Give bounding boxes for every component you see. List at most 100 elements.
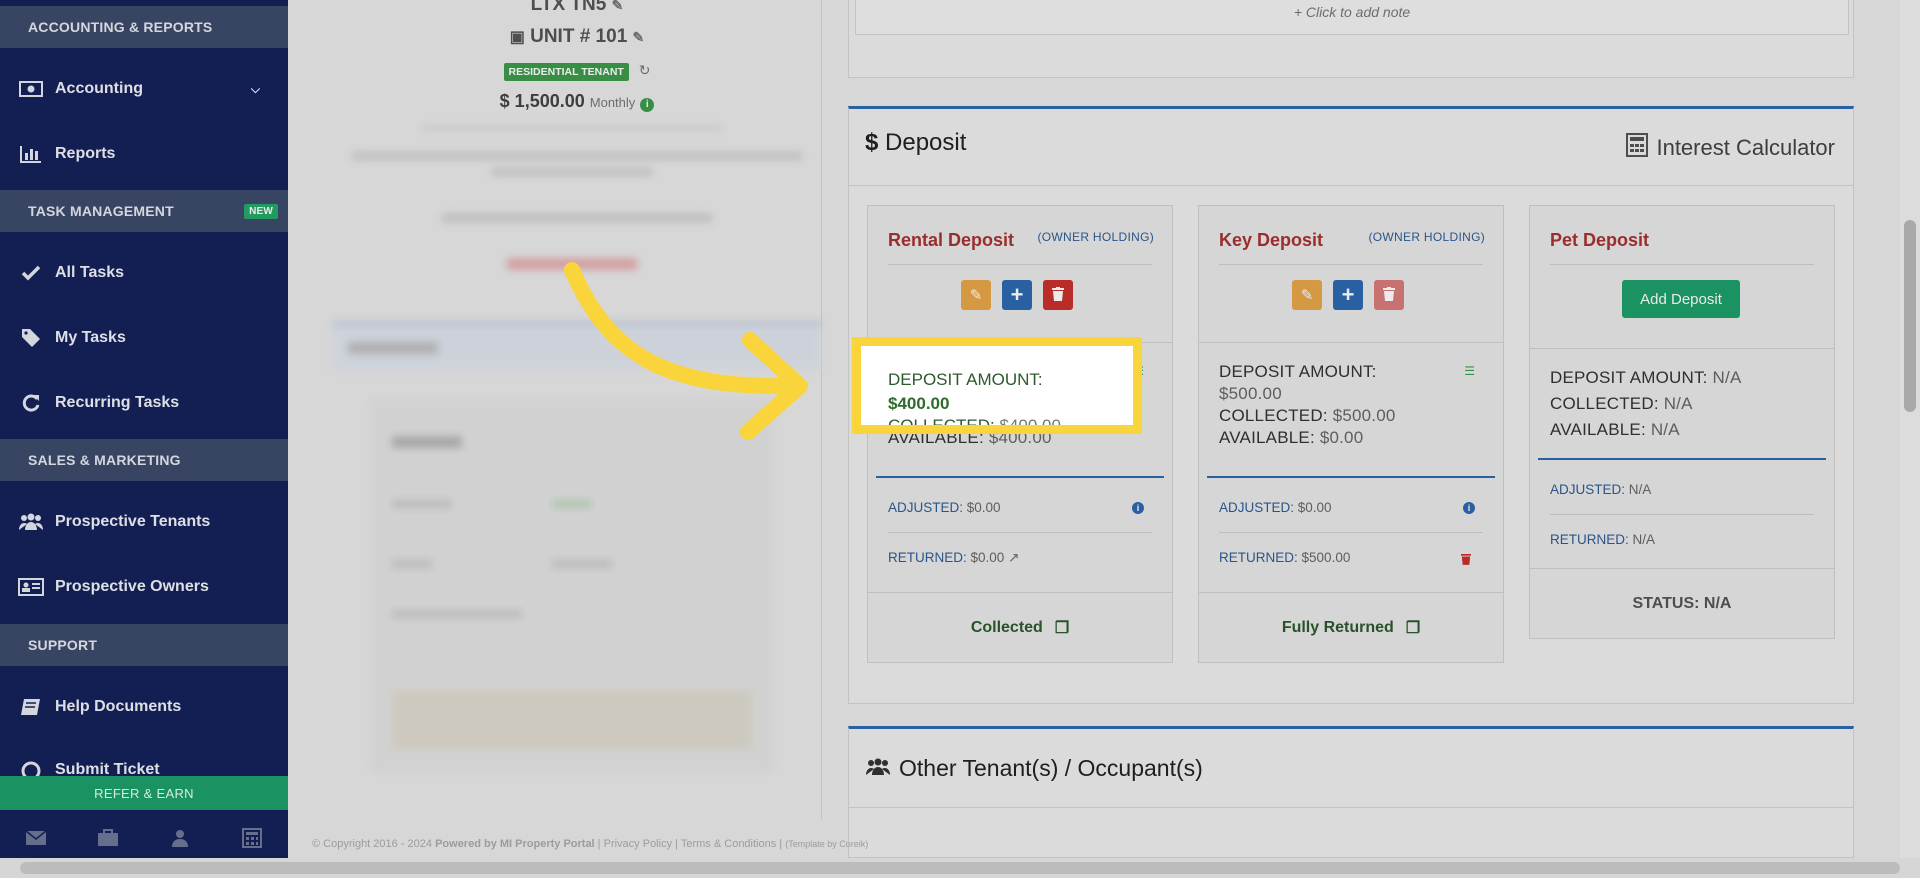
section-task-management: TASK MANAGEMENT NEW — [0, 190, 288, 232]
returned-value: N/A — [1632, 532, 1656, 547]
plus-icon: + — [1010, 282, 1024, 307]
holding-label: (OWNER HOLDING) — [1368, 230, 1485, 244]
adjusted-value: N/A — [1628, 482, 1652, 497]
section-label: SALES & MARKETING — [28, 452, 181, 468]
add-payment-button[interactable]: + — [1002, 280, 1032, 310]
sidebar-item-reports[interactable]: Reports — [0, 134, 288, 174]
dollar-icon: $ — [865, 129, 879, 156]
delete-deposit-button[interactable] — [1043, 280, 1073, 310]
highlight-collected: COLLECTED: $400.00 — [888, 416, 1061, 425]
amount-value: $500.00 — [1219, 384, 1282, 403]
adjusted-row: ADJUSTED: $0.00 — [1219, 500, 1332, 515]
returned-row: RETURNED: N/A — [1550, 532, 1655, 547]
collected-label: COLLECTED: — [1550, 394, 1659, 413]
add-deposit-button[interactable]: Add Deposit — [1622, 280, 1740, 318]
id-card-icon — [18, 577, 44, 597]
available-value: N/A — [1650, 420, 1680, 439]
adjusted-value: $0.00 — [966, 500, 1001, 515]
edit-deposit-button[interactable]: ✎ — [961, 280, 991, 310]
collected-value: N/A — [1663, 394, 1693, 413]
edit-icon[interactable]: ✎ — [612, 0, 624, 13]
plus-icon: + — [1341, 282, 1355, 307]
copyright-footer: © Copyright 2016 - 2024 Powered by MI Pr… — [312, 838, 869, 850]
deposit-amount-row: DEPOSIT AMOUNT: — [1219, 362, 1377, 382]
chevron-down-icon[interactable]: ⌵ — [251, 82, 260, 97]
privacy-link[interactable]: Privacy Policy — [604, 838, 672, 850]
trash-icon — [1052, 286, 1064, 304]
template-credit: (Template by Coreik) — [785, 839, 869, 849]
briefcase-icon[interactable] — [96, 828, 120, 848]
money-icon — [18, 79, 44, 99]
sidebar-item-prospective-tenants[interactable]: Prospective Tenants — [0, 502, 288, 542]
info-icon[interactable]: i — [1463, 502, 1475, 514]
returned-row: RETURNED: $500.00 — [1219, 550, 1350, 565]
terms-link[interactable]: Terms & Conditions — [681, 838, 776, 850]
scroll-thumb[interactable] — [1904, 220, 1916, 412]
refer-earn-label: REFER & EARN — [94, 785, 194, 801]
list-icon[interactable]: ☰ — [1464, 364, 1475, 378]
copy-icon[interactable]: ❐ — [1406, 618, 1420, 638]
ticket-icon — [18, 761, 44, 776]
deposit-amount-value: $500.00 — [1219, 384, 1282, 404]
sidebar-item-label: All Tasks — [55, 264, 125, 281]
add-note-button[interactable]: + Click to add note — [855, 0, 1849, 35]
copy-icon[interactable]: ❐ — [1055, 618, 1069, 638]
sidebar-item-help-documents[interactable]: Help Documents — [0, 687, 288, 727]
deposit-amount-highlight: DEPOSIT AMOUNT: $400.00 COLLECTED: $400.… — [852, 337, 1142, 434]
sidebar-item-label: Prospective Owners — [55, 578, 209, 595]
pencil-icon: ✎ — [969, 287, 983, 304]
section-label: ACCOUNTING & REPORTS — [28, 19, 213, 35]
unit-label: ▣ UNIT # 101 ✎ — [332, 26, 822, 48]
sidebar-item-my-tasks[interactable]: My Tasks — [0, 318, 288, 358]
deposit-status: Collected ❐ — [868, 592, 1172, 662]
available-row: AVAILABLE: $0.00 — [1219, 428, 1363, 448]
sidebar-item-label: Reports — [55, 145, 116, 162]
refresh-icon[interactable]: ↻ — [639, 62, 651, 78]
users-icon — [18, 512, 44, 532]
edit-unit-icon[interactable]: ✎ — [633, 29, 645, 45]
adjusted-row: ADJUSTED: N/A — [1550, 482, 1651, 497]
deposit-amount-row: DEPOSIT AMOUNT: N/A — [1550, 368, 1742, 388]
other-tenants-title: Other Tenant(s) / Occupant(s) — [865, 755, 1203, 782]
add-payment-button[interactable]: + — [1333, 280, 1363, 310]
delete-deposit-button[interactable] — [1374, 280, 1404, 310]
available-label: AVAILABLE: — [1219, 428, 1315, 447]
sidebar-item-submit-ticket[interactable]: Submit Ticket — [0, 752, 288, 776]
collected-row: COLLECTED: N/A — [1550, 394, 1693, 414]
powered-by-link[interactable]: Powered by MI Property Portal — [435, 838, 595, 850]
trash-icon[interactable] — [1461, 552, 1471, 568]
envelope-icon[interactable] — [24, 828, 48, 848]
refer-earn-button[interactable]: REFER & EARN — [0, 776, 288, 810]
sidebar-item-all-tasks[interactable]: All Tasks — [0, 253, 288, 293]
highlight-amount-label: DEPOSIT AMOUNT: — [888, 370, 1043, 389]
returned-label: RETURNED: — [1550, 532, 1629, 547]
deposit-name: Pet Deposit — [1550, 230, 1650, 250]
interest-calculator-link[interactable]: Interest Calculator — [1626, 133, 1835, 163]
scroll-thumb[interactable] — [20, 862, 1900, 874]
other-tenants-title-text: Other Tenant(s) / Occupant(s) — [899, 755, 1203, 781]
deposit-title: $ Deposit — [865, 129, 966, 157]
available-label: AVAILABLE: — [1550, 420, 1646, 439]
rent-period: Monthly — [589, 95, 636, 110]
horizontal-scrollbar[interactable] — [0, 858, 1920, 878]
info-icon[interactable]: i — [1132, 502, 1144, 514]
external-link-icon[interactable]: ↗ — [1008, 550, 1019, 565]
interest-calculator-label: Interest Calculator — [1656, 135, 1835, 160]
tenant-type-row: RESIDENTIAL TENANT ↻ — [332, 62, 822, 81]
vertical-scrollbar[interactable] — [1900, 0, 1920, 858]
sidebar-item-accounting[interactable]: Accounting ⌵ — [0, 69, 288, 109]
sidebar-item-label: Submit Ticket — [55, 761, 160, 776]
sidebar-item-prospective-owners[interactable]: Prospective Owners — [0, 567, 288, 607]
info-icon[interactable]: i — [640, 98, 655, 112]
tenant-name-text: LTX TN5 — [530, 0, 607, 15]
check-icon — [18, 263, 44, 283]
amount-label: DEPOSIT AMOUNT: — [1550, 368, 1708, 387]
returned-label: RETURNED: — [1219, 550, 1298, 565]
section-support: SUPPORT — [0, 624, 288, 666]
user-icon[interactable] — [168, 828, 192, 848]
edit-deposit-button[interactable]: ✎ — [1292, 280, 1322, 310]
sidebar-item-label: Recurring Tasks — [55, 394, 180, 411]
calculator-icon[interactable] — [240, 828, 264, 848]
sidebar-item-recurring-tasks[interactable]: Recurring Tasks — [0, 383, 288, 423]
section-label: SUPPORT — [28, 637, 98, 653]
